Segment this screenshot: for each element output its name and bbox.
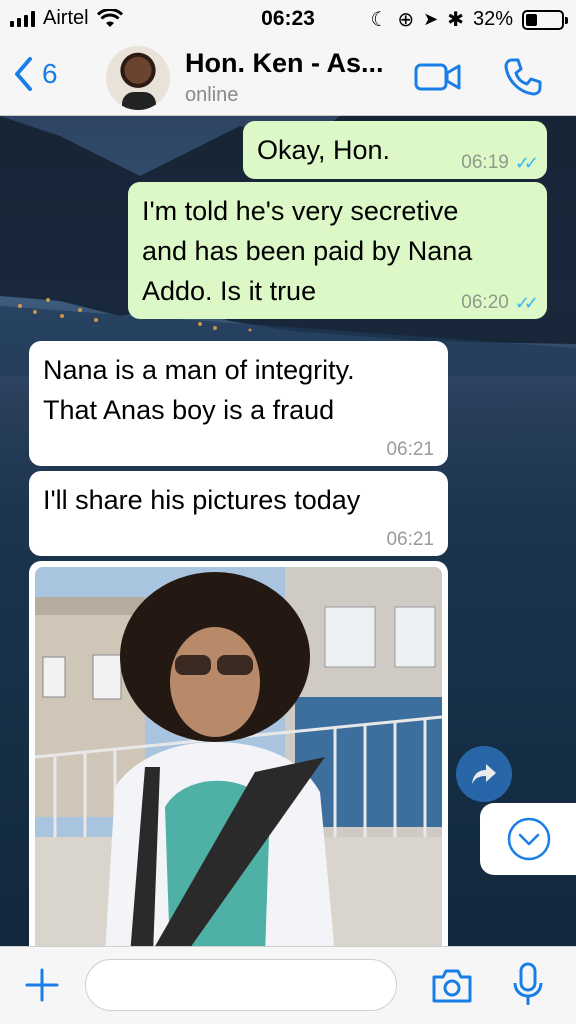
double-check-icon: ✓✓	[514, 153, 539, 173]
chevron-left-icon	[15, 57, 32, 91]
unread-count: 6	[42, 58, 58, 89]
photo-image[interactable]	[35, 567, 442, 946]
microphone-icon[interactable]	[510, 961, 546, 1009]
message-bubble-incoming[interactable]: Nana is a man of integrity. That Anas bo…	[29, 341, 448, 466]
message-time: 06:19	[461, 152, 509, 173]
message-bubble-incoming[interactable]: I'll share his pictures today 06:21	[29, 471, 448, 556]
status-bar: Airtel 06:23 ☾ ⊕ ➤ ✱ 32%	[0, 0, 576, 38]
moon-icon: ☾	[370, 9, 389, 31]
battery-icon	[522, 9, 568, 30]
photo-message[interactable]	[29, 561, 448, 946]
forward-button[interactable]	[456, 746, 512, 802]
camera-icon[interactable]	[430, 967, 474, 1005]
chat-area[interactable]: Okay, Hon. 06:19 ✓✓ I'm told he's very s…	[0, 116, 576, 946]
composer-bar	[0, 946, 576, 1024]
message-time: 06:21	[386, 439, 434, 460]
scroll-to-bottom-button[interactable]	[480, 803, 576, 875]
chevron-down-circle-icon	[507, 817, 551, 861]
message-bubble-outgoing[interactable]: Okay, Hon. 06:19 ✓✓	[243, 121, 547, 179]
phone-icon[interactable]	[502, 56, 544, 98]
double-check-icon: ✓✓	[514, 293, 539, 313]
video-camera-icon[interactable]	[414, 60, 462, 94]
message-time: 06:20	[461, 292, 509, 313]
bluetooth-icon: ✱	[447, 9, 464, 31]
message-bubble-outgoing[interactable]: I'm told he's very secretive and has bee…	[128, 182, 547, 319]
rotation-lock-icon: ⊕	[397, 9, 415, 31]
status-right-group: ☾ ⊕ ➤ ✱ 32%	[370, 7, 568, 32]
message-input[interactable]	[85, 959, 397, 1011]
chat-header: 6 Hon. Ken - As... online	[0, 38, 576, 116]
person-photo-illustration	[35, 567, 442, 946]
battery-percent: 32%	[472, 8, 513, 30]
message-text: Nana is a man of integrity. That Anas bo…	[43, 355, 355, 425]
message-time: 06:21	[386, 529, 434, 550]
message-meta: 06:19 ✓✓	[461, 152, 539, 174]
avatar[interactable]	[106, 46, 170, 110]
message-meta: 06:20 ✓✓	[461, 292, 539, 314]
message-meta: 06:21	[386, 440, 434, 460]
message-meta: 06:21	[386, 530, 434, 550]
back-button[interactable]: 6	[12, 56, 58, 92]
contact-name[interactable]: Hon. Ken - As...	[185, 48, 384, 79]
location-icon: ➤	[423, 9, 439, 29]
plus-icon[interactable]	[24, 967, 60, 1003]
contact-status: online	[185, 84, 239, 106]
forward-arrow-icon	[472, 764, 496, 784]
message-text: I'll share his pictures today	[43, 485, 361, 515]
